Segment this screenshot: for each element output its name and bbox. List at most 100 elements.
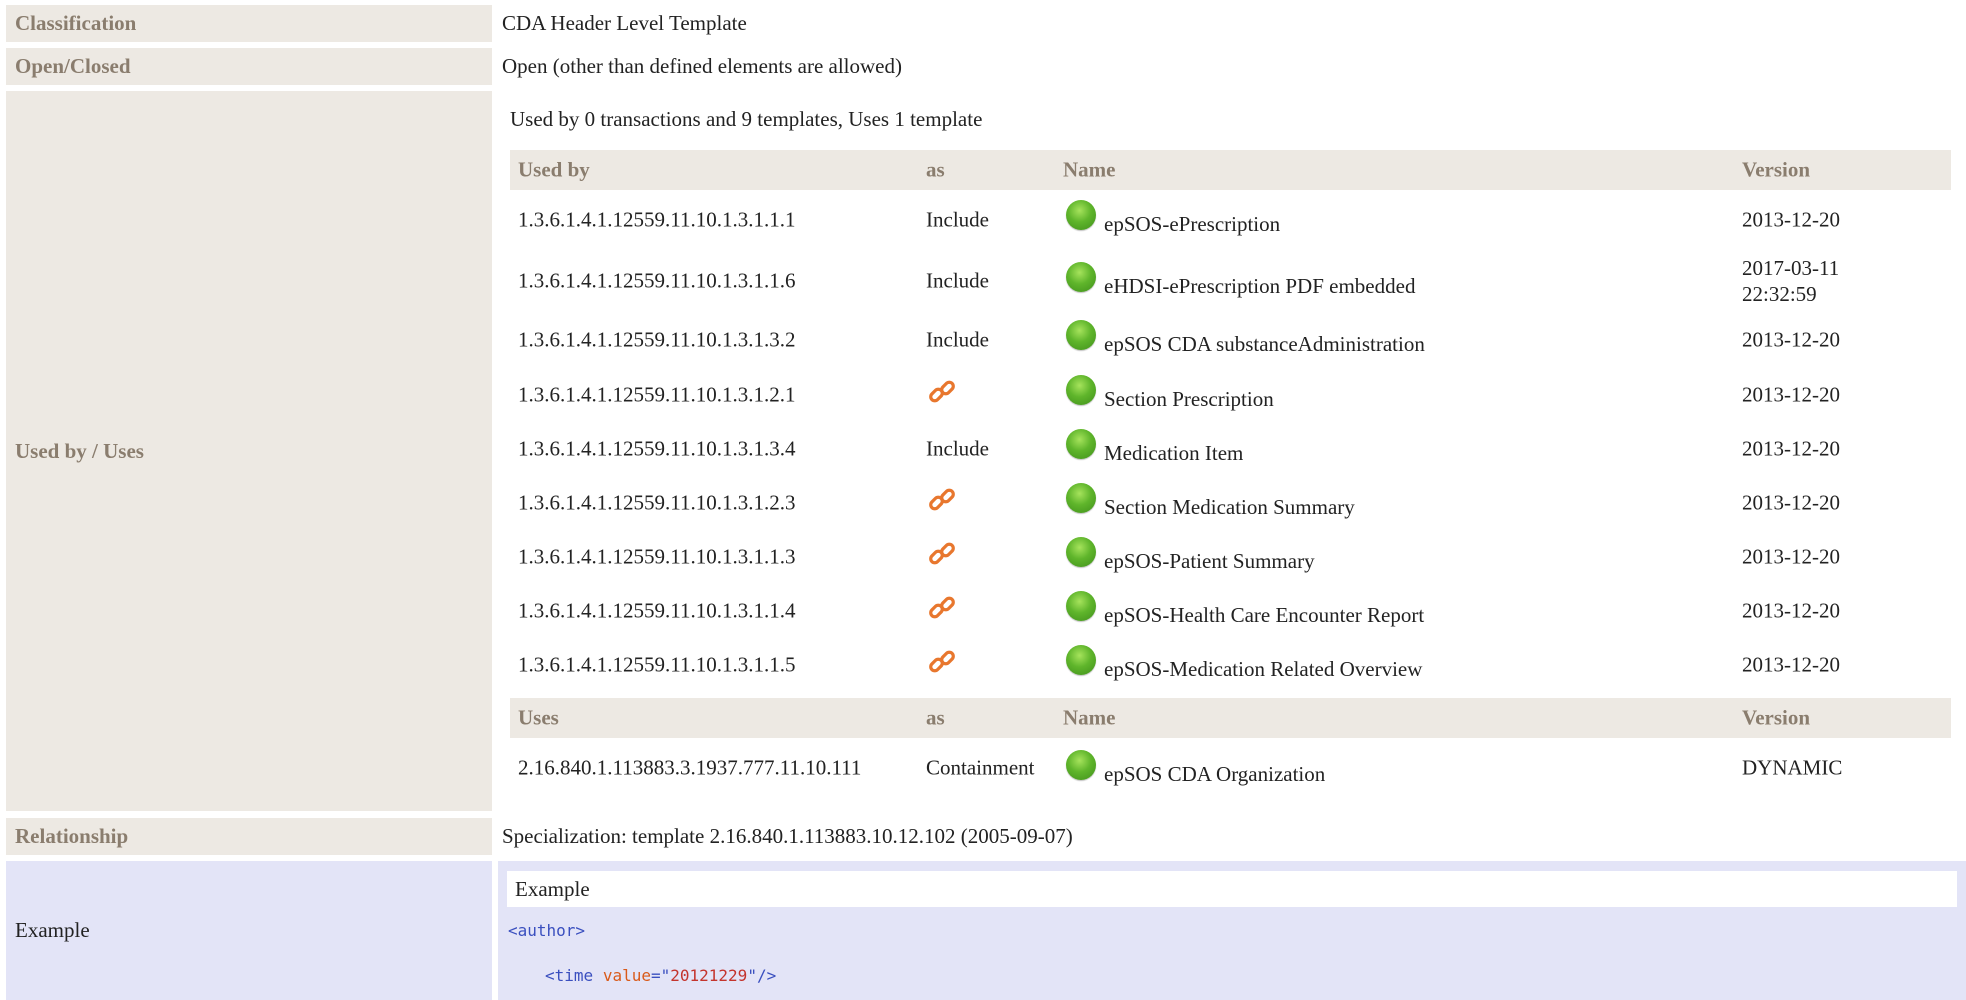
table-row: 2.16.840.1.113883.3.1937.777.11.10.111 C… [510,738,1951,798]
template-name-link[interactable]: epSOS-ePrescription [1104,212,1280,236]
example-title: Example [507,871,1957,907]
template-name-link[interactable]: epSOS-Health Care Encounter Report [1104,603,1424,627]
oid-cell: 1.3.6.1.4.1.12559.11.10.1.3.1.1.3 [518,544,796,569]
table-row: 1.3.6.1.4.1.12559.11.10.1.3.1.1.6 Includ… [510,250,1951,312]
oid-cell: 1.3.6.1.4.1.12559.11.10.1.3.1.1.6 [518,268,796,293]
oid-cell: 1.3.6.1.4.1.12559.11.10.1.3.1.3.4 [518,436,796,461]
code-line: <time value="20121229"/> [545,966,776,985]
template-name-link[interactable]: Medication Item [1104,441,1243,465]
status-active-icon [1066,375,1096,405]
version-cell: 2013-12-20 [1742,436,1840,461]
used-by-header-row: Used by as Name Version [510,150,1951,190]
open-closed-value: Open (other than defined elements are al… [502,54,902,78]
version-time: 22:32:59 [1742,282,1817,306]
status-active-icon [1066,320,1096,350]
version-cell: 2013-12-20 [1742,207,1840,232]
header-version: Version [1742,157,1811,182]
header-as: as [926,705,945,730]
version-cell: 2013-12-20 [1742,490,1840,515]
as-cell: Include [926,268,989,293]
table-row: 1.3.6.1.4.1.12559.11.10.1.3.1.3.2 Includ… [510,312,1951,368]
code-string: 20121229 [670,966,748,985]
as-cell: Include [926,327,989,352]
code-tag: <time [545,966,594,985]
header-name: Name [1063,157,1116,182]
header-as: as [926,157,945,182]
link-icon[interactable] [927,486,959,516]
code-line: <author> [508,921,585,940]
version-cell: 2013-12-20 [1742,652,1840,677]
example-row: Example Example <author> <time value="20… [6,861,1966,1000]
name-cell: epSOS CDA substanceAdministration [1066,320,1425,356]
name-cell: epSOS-Medication Related Overview [1066,645,1422,681]
status-active-icon [1066,262,1096,292]
link-icon[interactable] [927,648,959,678]
version-cell: 2013-12-20 [1742,382,1840,407]
used-by-summary: Used by 0 transactions and 9 templates, … [510,107,983,131]
as-cell: Include [926,207,989,232]
version-date: 2017-03-11 [1742,256,1840,280]
used-by-uses-label: Used by / Uses [6,91,492,811]
header-version: Version [1742,705,1811,730]
link-icon[interactable] [927,594,959,624]
name-cell: epSOS CDA Organization [1066,750,1325,786]
template-name-link[interactable]: epSOS-Medication Related Overview [1104,657,1422,681]
uses-header-row: Uses as Name Version [510,698,1951,738]
classification-label: Classification [6,5,492,42]
name-cell: Medication Item [1066,429,1243,465]
link-icon[interactable] [927,378,959,408]
template-name-link[interactable]: epSOS-Patient Summary [1104,549,1315,573]
code-punct: "/> [747,966,777,985]
used-by-table: Used by as Name Version 1.3.6.1.4.1.1255… [510,150,1951,810]
name-cell: epSOS-Health Care Encounter Report [1066,591,1424,627]
oid-cell: 1.3.6.1.4.1.12559.11.10.1.3.1.3.2 [518,327,796,352]
template-name-link[interactable]: epSOS CDA Organization [1104,762,1325,786]
table-row: 1.3.6.1.4.1.12559.11.10.1.3.1.1.1 Includ… [510,190,1951,250]
open-closed-label: Open/Closed [6,48,492,85]
version-cell: 2013-12-20 [1742,598,1840,623]
template-name-link[interactable]: epSOS CDA substanceAdministration [1104,332,1425,356]
template-name-link[interactable]: Section Medication Summary [1104,495,1355,519]
table-row: 1.3.6.1.4.1.12559.11.10.1.3.1.1.4 epSOS-… [510,584,1951,638]
example-value: Example <author> <time value="20121229"/… [498,861,1966,1000]
name-cell: eHDSI-ePrescription PDF embedded [1066,262,1415,298]
header-name: Name [1063,705,1116,730]
oid-cell: 1.3.6.1.4.1.12559.11.10.1.3.1.2.3 [518,490,796,515]
template-name-link[interactable]: Section Prescription [1104,387,1274,411]
template-name-link[interactable]: eHDSI-ePrescription PDF embedded [1104,274,1415,298]
example-label: Example [6,861,492,1000]
classification-row: Classification CDA Header Level Template [6,5,1966,42]
table-row: 1.3.6.1.4.1.12559.11.10.1.3.1.3.4 Includ… [510,422,1951,476]
relationship-value: Specialization: template 2.16.840.1.1138… [502,824,1073,848]
relationship-row: Relationship Specialization: template 2.… [6,818,1966,855]
as-cell: Include [926,436,989,461]
oid-cell: 2.16.840.1.113883.3.1937.777.11.10.111 [518,755,862,780]
relationship-label: Relationship [6,818,492,855]
oid-cell: 1.3.6.1.4.1.12559.11.10.1.3.1.1.4 [518,598,796,623]
link-icon[interactable] [927,540,959,570]
classification-value: CDA Header Level Template [502,11,747,35]
name-cell: Section Medication Summary [1066,483,1355,519]
table-row: 1.3.6.1.4.1.12559.11.10.1.3.1.2.3 Sectio… [510,476,1951,530]
oid-cell: 1.3.6.1.4.1.12559.11.10.1.3.1.2.1 [518,382,796,407]
code-attr: value [602,966,651,985]
name-cell: epSOS-ePrescription [1066,200,1280,236]
version-cell: 2017-03-11 22:32:59 [1742,255,1839,307]
status-active-icon [1066,483,1096,513]
status-active-icon [1066,750,1096,780]
table-row: 1.3.6.1.4.1.12559.11.10.1.3.1.2.1 Sectio… [510,368,1951,422]
open-closed-row: Open/Closed Open (other than defined ele… [6,48,1966,85]
header-uses: Uses [518,705,559,730]
template-detail-page: Classification CDA Header Level Template… [0,0,1966,1000]
name-cell: Section Prescription [1066,375,1274,411]
status-active-icon [1066,200,1096,230]
as-cell: Containment [926,755,1035,780]
header-used-by: Used by [518,157,590,182]
oid-cell: 1.3.6.1.4.1.12559.11.10.1.3.1.1.5 [518,652,796,677]
version-cell: 2013-12-20 [1742,544,1840,569]
version-cell: 2013-12-20 [1742,327,1840,352]
code-tag: <author> [508,921,586,940]
oid-cell: 1.3.6.1.4.1.12559.11.10.1.3.1.1.1 [518,207,796,232]
status-active-icon [1066,537,1096,567]
table-row: 1.3.6.1.4.1.12559.11.10.1.3.1.1.5 epSOS-… [510,638,1951,692]
